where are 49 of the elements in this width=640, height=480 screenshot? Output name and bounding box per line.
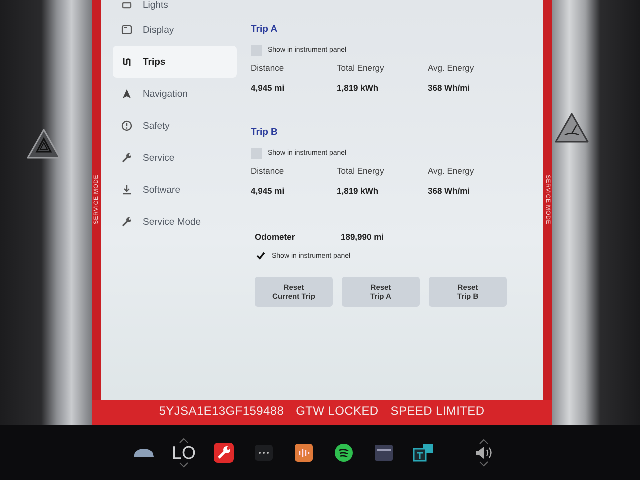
stat-value: 368 Wh/mi [427, 83, 472, 93]
safety-icon [121, 120, 133, 132]
stat-value: 1,819 kWh [337, 186, 380, 196]
checkbox[interactable] [251, 148, 262, 158]
stat-value: 1,819 kWh [337, 83, 380, 93]
volume-icon[interactable] [474, 444, 494, 460]
wrench-app-icon[interactable] [214, 442, 234, 462]
chevron-up-icon[interactable] [178, 438, 189, 444]
sidebar-item[interactable]: Software [113, 174, 237, 206]
stat-label: Total Energy [337, 166, 386, 176]
music-app-icon[interactable] [335, 444, 353, 462]
sidebar-item[interactable]: Service Mode [113, 206, 237, 238]
sidebar-item[interactable]: Safety [113, 110, 237, 142]
sidebar-item[interactable]: Display [113, 14, 237, 46]
stat-label: Distance [251, 63, 286, 73]
sidebar-item[interactable]: Navigation [113, 78, 237, 110]
stat-value: 368 Wh/mi [427, 186, 472, 196]
stat-value: 4,945 mi [251, 186, 286, 196]
display-icon [121, 24, 133, 36]
section-title: Trip A [251, 24, 279, 37]
sidebar-item[interactable]: Lights [113, 0, 237, 14]
stat-value: 4,945 mi [251, 83, 286, 93]
stat-label: Avg. Energy [427, 166, 476, 176]
download-icon [121, 184, 133, 196]
route-icon [121, 56, 133, 68]
navigation-arrow-icon [121, 88, 133, 100]
temperature-label[interactable]: LO [172, 444, 196, 462]
odometer-label: Odometer [255, 232, 296, 242]
wrench-icon [121, 152, 133, 164]
status-text: GTW LOCKED [296, 404, 379, 418]
wrench-icon [121, 216, 133, 228]
audio-app-icon[interactable] [295, 444, 313, 462]
sidebar-item[interactable]: Service [113, 142, 237, 174]
text-app-icon[interactable] [413, 444, 435, 462]
odometer-value: 189,990 mi [341, 232, 386, 242]
chevron-down-icon[interactable] [178, 462, 189, 468]
more-icon[interactable] [255, 444, 273, 460]
status-text: 5YJSA1E13GF159488 [159, 404, 284, 418]
section-title: Trip B [251, 127, 279, 140]
hazard-button[interactable] [27, 129, 61, 159]
chevron-down-icon[interactable] [479, 460, 489, 466]
chevron-up-icon[interactable] [479, 438, 489, 444]
stat-label: Total Energy [337, 63, 386, 73]
wiper-button[interactable] [555, 113, 589, 143]
stat-label: Distance [251, 166, 286, 176]
status-text: SPEED LIMITED [390, 404, 485, 418]
stat-label: Avg. Energy [427, 63, 476, 73]
sidebar-item[interactable]: Trips [113, 46, 237, 78]
checkbox[interactable] [255, 250, 266, 262]
